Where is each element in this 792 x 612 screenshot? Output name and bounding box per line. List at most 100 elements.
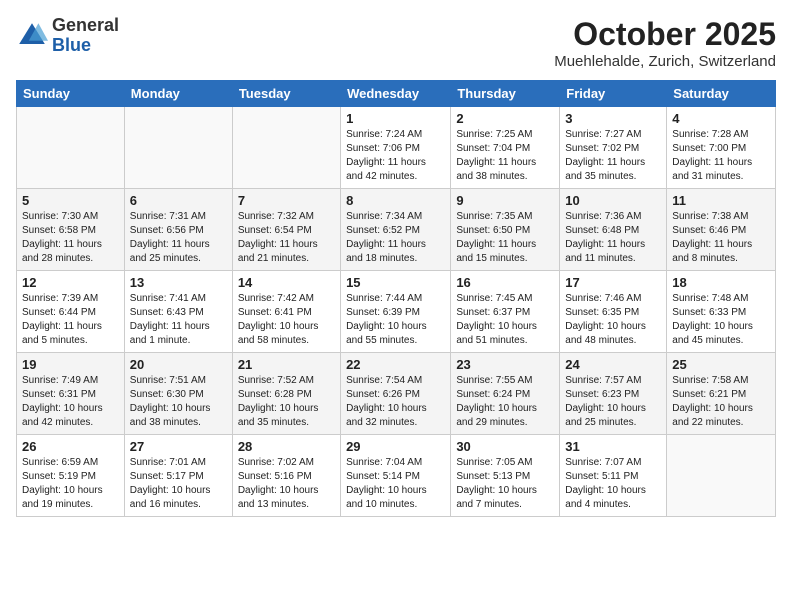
day-number: 11 bbox=[672, 193, 770, 208]
calendar-cell bbox=[667, 435, 776, 517]
day-info: Sunrise: 7:30 AM Sunset: 6:58 PM Dayligh… bbox=[22, 210, 119, 266]
day-number: 24 bbox=[565, 357, 661, 372]
calendar-cell: 25 Sunrise: 7:58 AM Sunset: 6:21 PM Dayli… bbox=[667, 353, 776, 435]
day-number: 19 bbox=[22, 357, 119, 372]
calendar-cell: 26Sunrise: 6:59 AM Sunset: 5:19 PM Dayli… bbox=[17, 435, 125, 517]
day-info: Sunrise: 7:55 AM Sunset: 6:24 PM Dayligh… bbox=[456, 374, 554, 430]
day-number: 20 bbox=[130, 357, 227, 372]
weekday-header-sunday: Sunday bbox=[17, 81, 125, 107]
weekday-header-saturday: Saturday bbox=[667, 81, 776, 107]
day-info: Sunrise: 7:36 AM Sunset: 6:48 PM Dayligh… bbox=[565, 210, 661, 266]
logo-icon bbox=[16, 20, 48, 52]
calendar-cell: 30 Sunrise: 7:05 AM Sunset: 5:13 PM Dayli… bbox=[451, 435, 560, 517]
day-info: Sunrise: 7:32 AM Sunset: 6:54 PM Dayligh… bbox=[238, 210, 335, 266]
day-number: 1 bbox=[346, 111, 445, 126]
day-number: 6 bbox=[130, 193, 227, 208]
day-number: 4 bbox=[672, 111, 770, 126]
title-block: October 2025 Muehlehalde, Zurich, Switze… bbox=[554, 16, 776, 70]
day-info: Sunrise: 7:24 AM Sunset: 7:06 PM Dayligh… bbox=[346, 128, 445, 184]
day-number: 21 bbox=[238, 357, 335, 372]
calendar-cell: 8Sunrise: 7:34 AM Sunset: 6:52 PM Daylig… bbox=[341, 189, 451, 271]
logo-blue-text: Blue bbox=[52, 36, 119, 56]
calendar-cell: 13Sunrise: 7:41 AM Sunset: 6:43 PM Dayli… bbox=[124, 271, 232, 353]
day-info: Sunrise: 7:48 AM Sunset: 6:33 PM Dayligh… bbox=[672, 292, 770, 348]
day-number: 12 bbox=[22, 275, 119, 290]
calendar-cell: 18 Sunrise: 7:48 AM Sunset: 6:33 PM Dayli… bbox=[667, 271, 776, 353]
calendar-week-row: 5 Sunrise: 7:30 AM Sunset: 6:58 PM Daylig… bbox=[17, 189, 776, 271]
day-info: Sunrise: 7:28 AM Sunset: 7:00 PM Dayligh… bbox=[672, 128, 770, 184]
calendar-cell: 24Sunrise: 7:57 AM Sunset: 6:23 PM Dayli… bbox=[560, 353, 667, 435]
weekday-header-thursday: Thursday bbox=[451, 81, 560, 107]
calendar-cell: 31 Sunrise: 7:07 AM Sunset: 5:11 PM Dayli… bbox=[560, 435, 667, 517]
weekday-header-monday: Monday bbox=[124, 81, 232, 107]
calendar-cell bbox=[232, 107, 340, 189]
day-number: 13 bbox=[130, 275, 227, 290]
day-number: 27 bbox=[130, 439, 227, 454]
calendar-cell: 4 Sunrise: 7:28 AM Sunset: 7:00 PM Daylig… bbox=[667, 107, 776, 189]
page-header: General Blue October 2025 Muehlehalde, Z… bbox=[16, 16, 776, 70]
calendar-cell: 12 Sunrise: 7:39 AM Sunset: 6:44 PM Dayli… bbox=[17, 271, 125, 353]
day-number: 31 bbox=[565, 439, 661, 454]
day-number: 18 bbox=[672, 275, 770, 290]
day-info: Sunrise: 7:49 AM Sunset: 6:31 PM Dayligh… bbox=[22, 374, 119, 430]
calendar-header: SundayMondayTuesdayWednesdayThursdayFrid… bbox=[17, 81, 776, 107]
calendar-cell: 11 Sunrise: 7:38 AM Sunset: 6:46 PM Dayli… bbox=[667, 189, 776, 271]
day-number: 14 bbox=[238, 275, 335, 290]
day-number: 7 bbox=[238, 193, 335, 208]
calendar-cell: 2Sunrise: 7:25 AM Sunset: 7:04 PM Daylig… bbox=[451, 107, 560, 189]
calendar-cell: 1 Sunrise: 7:24 AM Sunset: 7:06 PM Daylig… bbox=[341, 107, 451, 189]
calendar-cell: 5 Sunrise: 7:30 AM Sunset: 6:58 PM Daylig… bbox=[17, 189, 125, 271]
calendar-cell: 6 Sunrise: 7:31 AM Sunset: 6:56 PM Daylig… bbox=[124, 189, 232, 271]
calendar-cell: 19 Sunrise: 7:49 AM Sunset: 6:31 PM Dayli… bbox=[17, 353, 125, 435]
calendar-week-row: 26Sunrise: 6:59 AM Sunset: 5:19 PM Dayli… bbox=[17, 435, 776, 517]
calendar-cell: 27 Sunrise: 7:01 AM Sunset: 5:17 PM Dayli… bbox=[124, 435, 232, 517]
calendar-table: SundayMondayTuesdayWednesdayThursdayFrid… bbox=[16, 80, 776, 517]
day-info: Sunrise: 6:59 AM Sunset: 5:19 PM Dayligh… bbox=[22, 456, 119, 512]
calendar-cell: 7 Sunrise: 7:32 AM Sunset: 6:54 PM Daylig… bbox=[232, 189, 340, 271]
calendar-cell: 17Sunrise: 7:46 AM Sunset: 6:35 PM Dayli… bbox=[560, 271, 667, 353]
day-number: 30 bbox=[456, 439, 554, 454]
day-number: 17 bbox=[565, 275, 661, 290]
day-info: Sunrise: 7:52 AM Sunset: 6:28 PM Dayligh… bbox=[238, 374, 335, 430]
day-number: 29 bbox=[346, 439, 445, 454]
day-info: Sunrise: 7:44 AM Sunset: 6:39 PM Dayligh… bbox=[346, 292, 445, 348]
weekday-header-wednesday: Wednesday bbox=[341, 81, 451, 107]
day-info: Sunrise: 7:45 AM Sunset: 6:37 PM Dayligh… bbox=[456, 292, 554, 348]
day-info: Sunrise: 7:02 AM Sunset: 5:16 PM Dayligh… bbox=[238, 456, 335, 512]
location-text: Muehlehalde, Zurich, Switzerland bbox=[554, 53, 776, 70]
day-number: 2 bbox=[456, 111, 554, 126]
logo: General Blue bbox=[16, 16, 119, 56]
calendar-week-row: 19 Sunrise: 7:49 AM Sunset: 6:31 PM Dayli… bbox=[17, 353, 776, 435]
day-number: 15 bbox=[346, 275, 445, 290]
day-number: 23 bbox=[456, 357, 554, 372]
day-info: Sunrise: 7:35 AM Sunset: 6:50 PM Dayligh… bbox=[456, 210, 554, 266]
calendar-cell: 14Sunrise: 7:42 AM Sunset: 6:41 PM Dayli… bbox=[232, 271, 340, 353]
calendar-week-row: 12 Sunrise: 7:39 AM Sunset: 6:44 PM Dayli… bbox=[17, 271, 776, 353]
day-number: 25 bbox=[672, 357, 770, 372]
month-title: October 2025 bbox=[554, 16, 776, 53]
day-info: Sunrise: 7:39 AM Sunset: 6:44 PM Dayligh… bbox=[22, 292, 119, 348]
weekday-header-friday: Friday bbox=[560, 81, 667, 107]
logo-text: General Blue bbox=[52, 16, 119, 56]
day-info: Sunrise: 7:38 AM Sunset: 6:46 PM Dayligh… bbox=[672, 210, 770, 266]
day-info: Sunrise: 7:07 AM Sunset: 5:11 PM Dayligh… bbox=[565, 456, 661, 512]
calendar-cell: 20 Sunrise: 7:51 AM Sunset: 6:30 PM Dayli… bbox=[124, 353, 232, 435]
day-info: Sunrise: 7:54 AM Sunset: 6:26 PM Dayligh… bbox=[346, 374, 445, 430]
day-number: 28 bbox=[238, 439, 335, 454]
day-info: Sunrise: 7:01 AM Sunset: 5:17 PM Dayligh… bbox=[130, 456, 227, 512]
day-info: Sunrise: 7:05 AM Sunset: 5:13 PM Dayligh… bbox=[456, 456, 554, 512]
weekday-header-row: SundayMondayTuesdayWednesdayThursdayFrid… bbox=[17, 81, 776, 107]
calendar-week-row: 1 Sunrise: 7:24 AM Sunset: 7:06 PM Daylig… bbox=[17, 107, 776, 189]
day-info: Sunrise: 7:58 AM Sunset: 6:21 PM Dayligh… bbox=[672, 374, 770, 430]
day-info: Sunrise: 7:31 AM Sunset: 6:56 PM Dayligh… bbox=[130, 210, 227, 266]
calendar-cell bbox=[124, 107, 232, 189]
day-number: 5 bbox=[22, 193, 119, 208]
day-info: Sunrise: 7:34 AM Sunset: 6:52 PM Dayligh… bbox=[346, 210, 445, 266]
logo-general-text: General bbox=[52, 16, 119, 36]
day-info: Sunrise: 7:51 AM Sunset: 6:30 PM Dayligh… bbox=[130, 374, 227, 430]
calendar-cell: 21 Sunrise: 7:52 AM Sunset: 6:28 PM Dayli… bbox=[232, 353, 340, 435]
day-info: Sunrise: 7:04 AM Sunset: 5:14 PM Dayligh… bbox=[346, 456, 445, 512]
calendar-cell: 9Sunrise: 7:35 AM Sunset: 6:50 PM Daylig… bbox=[451, 189, 560, 271]
calendar-cell: 10Sunrise: 7:36 AM Sunset: 6:48 PM Dayli… bbox=[560, 189, 667, 271]
calendar-cell: 28 Sunrise: 7:02 AM Sunset: 5:16 PM Dayli… bbox=[232, 435, 340, 517]
